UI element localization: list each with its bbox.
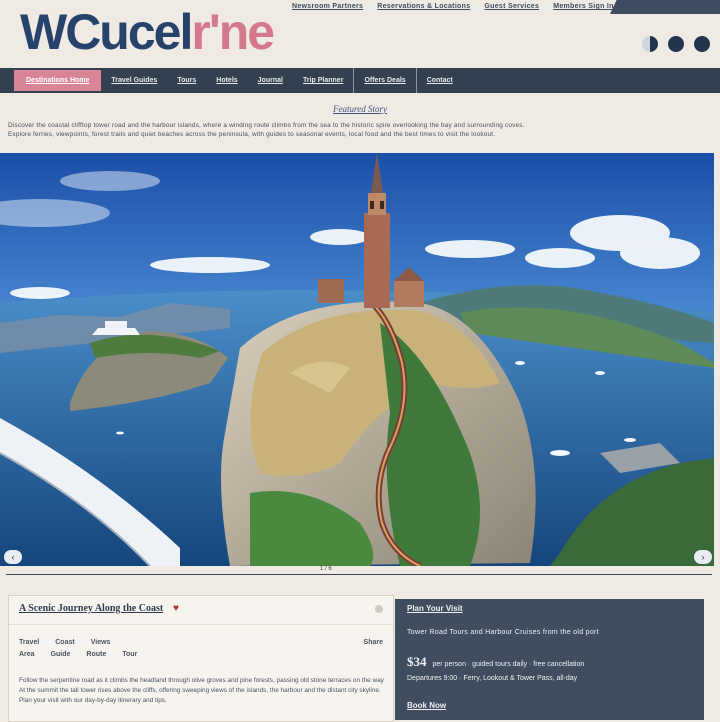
meta-row: Area Guide Route Tour	[19, 648, 383, 660]
account-icon[interactable]	[694, 36, 710, 52]
price-note: per person · guided tours daily · free c…	[432, 661, 585, 668]
utility-link[interactable]: Reservations & Locations	[377, 3, 470, 10]
utility-link[interactable]: Newsroom Partners	[292, 3, 363, 10]
header-corner-accent	[610, 0, 720, 14]
article-meta: Travel Coast Views Share Area Guide Rout…	[19, 636, 383, 660]
intro-line: Discover the coastal clifftop tower road…	[8, 122, 525, 129]
site-header: WCucelr'ne Newsroom Partners Reservation…	[0, 0, 720, 68]
intro-text: Discover the coastal clifftop tower road…	[8, 121, 712, 139]
hero-image	[0, 153, 714, 566]
theme-toggle-icon[interactable]	[642, 36, 658, 52]
meta-tag[interactable]: Views	[91, 639, 111, 646]
meta-tag[interactable]: Area	[19, 651, 35, 658]
booking-price: $34 per person · guided tours daily · fre…	[407, 654, 584, 670]
share-link[interactable]: Share	[364, 639, 383, 646]
hero-slide-counter: 1 / 6	[320, 566, 332, 572]
nav-item-guides[interactable]: Travel Guides	[101, 68, 167, 93]
intro-line: Explore ferries, viewpoints, forest trai…	[8, 131, 496, 138]
meta-row: Travel Coast Views Share	[19, 636, 383, 648]
article-title[interactable]: A Scenic Journey Along the Coast	[19, 603, 163, 614]
nav-item-journal[interactable]: Journal	[248, 68, 293, 93]
utility-links: Newsroom Partners Reservations & Locatio…	[292, 3, 614, 10]
main-navigation: Destinations Home Travel Guides Tours Ho…	[0, 68, 720, 93]
booking-subheading: Tower Road Tours and Harbour Cruises fro…	[407, 629, 599, 636]
body-line: Plan your visit with our day-by-day itin…	[19, 697, 167, 704]
nav-item-offers[interactable]: Offers Deals	[354, 68, 415, 93]
nav-item-planner[interactable]: Trip Planner	[293, 68, 353, 93]
booking-heading[interactable]: Plan Your Visit	[407, 604, 463, 613]
article-body: Follow the serpentine road as it climbs …	[19, 676, 385, 706]
article-card: A Scenic Journey Along the Coast ♥ Trave…	[8, 595, 394, 722]
meta-tag[interactable]: Tour	[122, 651, 137, 658]
heart-icon[interactable]: ♥	[173, 603, 179, 614]
site-logo[interactable]: WCucelr'ne	[20, 4, 275, 60]
article-divider	[9, 624, 393, 625]
hero-divider	[6, 574, 712, 575]
meta-tag[interactable]: Guide	[51, 651, 71, 658]
book-now-link[interactable]: Book Now	[407, 701, 446, 710]
meta-tag[interactable]: Coast	[55, 639, 74, 646]
hero-next-button[interactable]: ›	[694, 550, 712, 564]
search-icon[interactable]	[668, 36, 684, 52]
nav-item-home[interactable]: Destinations Home	[14, 70, 102, 91]
nav-item-contact[interactable]: Contact	[417, 68, 463, 93]
meta-tag[interactable]: Travel	[19, 639, 39, 646]
booking-card: Plan Your Visit Tower Road Tours and Har…	[395, 599, 704, 720]
price-value: $34	[407, 654, 427, 669]
body-line: At the summit the tall tower rises above…	[19, 687, 381, 694]
close-icon[interactable]	[375, 605, 383, 613]
hero-prev-button[interactable]: ‹	[4, 550, 22, 564]
booking-details: Departures 9:00 · Ferry, Lookout & Tower…	[407, 675, 578, 682]
header-controls	[642, 36, 710, 52]
meta-tag[interactable]: Route	[86, 651, 106, 658]
body-line: Follow the serpentine road as it climbs …	[19, 677, 385, 684]
utility-link[interactable]: Guest Services	[484, 3, 539, 10]
utility-link[interactable]: Members Sign In	[553, 3, 614, 10]
nav-item-tours[interactable]: Tours	[167, 68, 206, 93]
nav-item-hotels[interactable]: Hotels	[206, 68, 247, 93]
story-kicker[interactable]: Featured Story	[0, 104, 720, 114]
